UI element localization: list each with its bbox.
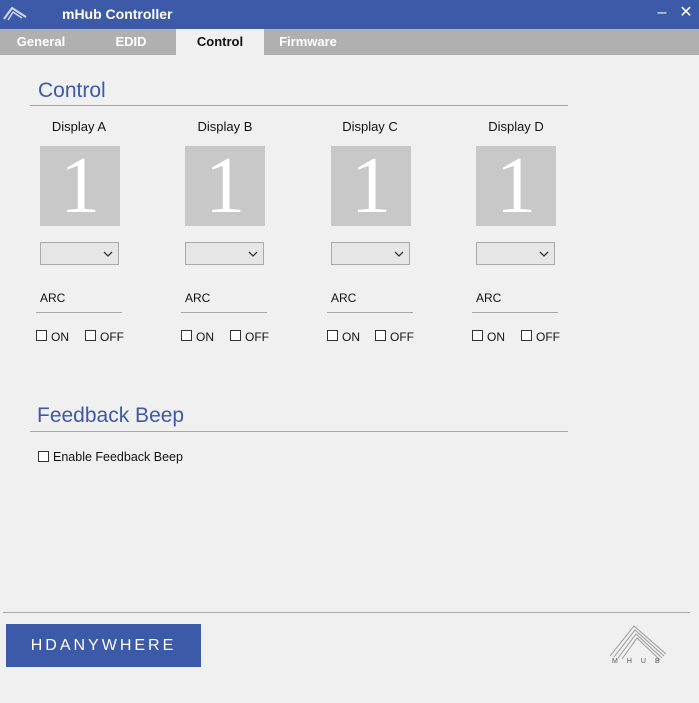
mhub-app-icon — [3, 6, 27, 21]
feedback-section-title: Feedback Beep — [37, 404, 185, 427]
display-c-arc-label: ARC — [331, 291, 357, 305]
chevron-down-icon — [539, 251, 549, 257]
display-c-arc-on-checkbox[interactable] — [327, 330, 338, 341]
tab-bar: General EDID Control Firmware — [0, 29, 699, 55]
enable-feedback-beep-label: Enable Feedback Beep — [53, 450, 183, 464]
display-b-arc-off-label: OFF — [245, 330, 269, 344]
display-a-arc-off-checkbox[interactable] — [85, 330, 96, 341]
enable-feedback-beep-checkbox[interactable] — [38, 451, 49, 462]
display-a-source-select[interactable] — [40, 242, 119, 265]
display-a-arc-off-label: OFF — [100, 330, 124, 344]
display-b-arc-divider — [181, 312, 267, 313]
display-b-number: 1 — [185, 146, 265, 226]
display-d-arc-off-checkbox[interactable] — [521, 330, 532, 341]
display-c-arc-off-checkbox[interactable] — [375, 330, 386, 341]
display-d-arc-label: ARC — [476, 291, 502, 305]
minimize-button[interactable]: – — [652, 2, 672, 24]
display-d-arc-on-label: ON — [487, 330, 505, 344]
feedback-divider — [30, 431, 568, 432]
display-c-arc-off-label: OFF — [390, 330, 414, 344]
display-d-source-select[interactable] — [476, 242, 555, 265]
display-b-arc-off-checkbox[interactable] — [230, 330, 241, 341]
display-a-number: 1 — [40, 146, 120, 226]
display-c-arc-divider — [327, 312, 413, 313]
display-c-number: 1 — [331, 146, 411, 226]
close-button[interactable]: ✕ — [676, 2, 696, 24]
display-d-arc-divider — [472, 312, 558, 313]
control-section-title: Control — [38, 79, 106, 102]
display-a-arc-label: ARC — [40, 291, 66, 305]
display-b-source-select[interactable] — [185, 242, 264, 265]
hdanywhere-brand-button[interactable]: HDANYWHERE — [6, 624, 201, 667]
display-c-source-select[interactable] — [331, 242, 410, 265]
chevron-down-icon — [103, 251, 113, 257]
display-b-arc-label: ARC — [185, 291, 211, 305]
display-b-label: Display B — [197, 119, 253, 134]
footer-divider — [3, 612, 690, 613]
display-a-arc-divider — [36, 312, 122, 313]
tab-firmware[interactable]: Firmware — [268, 29, 348, 55]
display-d-label: Display D — [488, 119, 544, 134]
display-d-arc-on-checkbox[interactable] — [472, 330, 483, 341]
chevron-down-icon — [248, 251, 258, 257]
display-c-arc-on-label: ON — [342, 330, 360, 344]
display-c-label: Display C — [342, 119, 398, 134]
title-bar: mHub Controller – ✕ — [0, 0, 699, 29]
window-title: mHub Controller — [62, 6, 173, 22]
display-a-label: Display A — [51, 119, 107, 134]
display-b-arc-on-label: ON — [196, 330, 214, 344]
display-b-arc-on-checkbox[interactable] — [181, 330, 192, 341]
display-a-arc-on-checkbox[interactable] — [36, 330, 47, 341]
mhub-logo-text: MHUB — [612, 658, 669, 665]
display-d-arc-off-label: OFF — [536, 330, 560, 344]
tab-general[interactable]: General — [0, 29, 82, 55]
control-divider — [30, 105, 568, 106]
display-d-number: 1 — [476, 146, 556, 226]
tab-edid[interactable]: EDID — [97, 29, 165, 55]
tab-control[interactable]: Control — [176, 29, 264, 55]
display-a-arc-on-label: ON — [51, 330, 69, 344]
chevron-down-icon — [394, 251, 404, 257]
